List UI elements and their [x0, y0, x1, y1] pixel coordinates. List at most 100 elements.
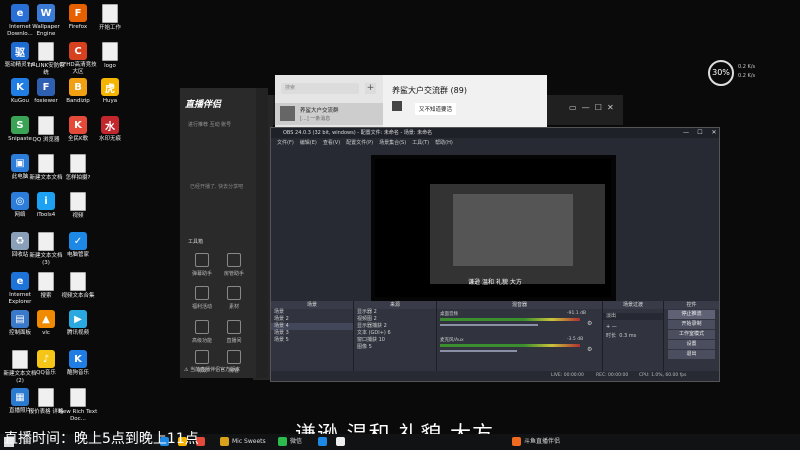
transitions-panel: 场景过渡 淡出 + — 时长 0.3 ms: [603, 301, 664, 371]
duration-label: 时长: [606, 333, 617, 339]
new-text-3-icon: [38, 232, 54, 251]
source-item[interactable]: 显示器 2: [354, 309, 436, 316]
qiyu-icon: K: [69, 116, 87, 134]
live-companion-window: 直播伴侣 进行推荐 互动 账号 已经开播了, 快去分享吧 工具箱 弹幕助手 房管助…: [180, 88, 268, 378]
desktop-icon-video[interactable]: 视频: [58, 192, 98, 220]
scene-item[interactable]: 场景 5: [271, 337, 353, 344]
mixer-volume-meter: [440, 344, 580, 347]
duration-input[interactable]: 0.3 ms: [619, 333, 636, 339]
tool-label: 直播间: [226, 338, 242, 344]
mixer-volume-slider[interactable]: [440, 350, 517, 352]
tplink-icon: [38, 42, 54, 61]
video-collection-icon: [70, 272, 86, 291]
menu-item[interactable]: 帮助(H): [435, 140, 453, 146]
taskbar-app[interactable]: 微信: [278, 436, 302, 448]
shuiwu-icon: 水: [101, 116, 119, 134]
minimize-button[interactable]: —: [679, 128, 693, 138]
control-button[interactable]: 开始录制: [668, 320, 715, 329]
desktop-icon-how-to-shoot[interactable]: 怎样拍摄?: [58, 154, 98, 182]
gear-icon[interactable]: ⚙: [587, 346, 592, 353]
toolbox-item[interactable]: 福利活动: [184, 286, 220, 310]
desktop-icon-start-work[interactable]: 开始工作: [90, 4, 130, 32]
live-app-sidebar: [256, 88, 268, 378]
tool-icon: [195, 350, 209, 364]
source-item[interactable]: 图像 5: [354, 344, 436, 351]
vlc-icon: ▲: [37, 310, 55, 328]
source-item[interactable]: 显示器捕获 2: [354, 323, 436, 330]
menu-item[interactable]: 查看(V): [323, 140, 340, 146]
toolbox-item[interactable]: 弹幕助手: [184, 253, 220, 277]
huya-icon: 虎: [101, 78, 119, 96]
app-icon: [512, 437, 521, 446]
firefox-icon: F: [69, 4, 87, 22]
mixer-volume-slider[interactable]: [440, 324, 538, 326]
how-to-shoot-icon: [70, 154, 86, 173]
add-chat-button[interactable]: +: [365, 83, 376, 94]
taskbar-app[interactable]: Mic Sweets: [220, 436, 266, 448]
toolbox-item[interactable]: 高级功能: [184, 320, 220, 344]
control-button[interactable]: 停止推流: [668, 310, 715, 319]
scenes-panel: 场景 场景 场景 2 场景 4 场景 3 场景 5: [271, 301, 354, 371]
live-app-tabs[interactable]: 进行推荐 互动 账号: [188, 121, 231, 128]
scene-item[interactable]: 场景: [271, 309, 353, 316]
menu-item[interactable]: 场景集合(S): [379, 140, 406, 146]
desktop-icon-label: 怎样拍摄?: [65, 175, 91, 181]
menu-item[interactable]: 文件(F): [277, 140, 294, 146]
source-item[interactable]: 视频图 2: [354, 316, 436, 323]
desktop-icon-logo[interactable]: logo: [90, 42, 130, 70]
toolbox-item[interactable]: 房管助手: [216, 253, 252, 277]
obs-preview[interactable]: 谦逊 温和 礼貌 大方: [371, 155, 616, 303]
tool-label: 素材: [228, 304, 239, 310]
scene-item[interactable]: 场景 4: [271, 323, 353, 330]
qq-browser-icon: [38, 116, 54, 135]
mixer-track-db: -91.1 dB: [567, 311, 587, 316]
maximize-button[interactable]: ☐: [693, 128, 707, 138]
control-button[interactable]: 工作室模式: [668, 330, 715, 339]
desktop-icon-video-collection[interactable]: 视频文本合集: [58, 272, 98, 300]
desktop-icon-pc-manager[interactable]: ✓ 电脑管家: [58, 232, 98, 259]
scene-item[interactable]: 场景 3: [271, 330, 353, 337]
mixer-track-label: 麦克风/Aux: [440, 338, 464, 343]
tool-label: 弹幕助手: [191, 271, 212, 277]
desktop-icon-kugou-music[interactable]: K 酷狗音乐: [58, 350, 98, 377]
chat-list-item[interactable]: 养鲨大户交流群 [...] 一条消息: [275, 103, 383, 125]
scene-item[interactable]: 场景 2: [271, 316, 353, 323]
source-item[interactable]: 文本 (GDI+) 6: [354, 330, 436, 337]
mixer-header: 混音器: [437, 301, 602, 309]
transition-select[interactable]: 淡出: [603, 313, 663, 320]
toolbox-item[interactable]: 直播间: [216, 320, 252, 344]
source-item[interactable]: 窗口捕获 10: [354, 337, 436, 344]
desktop-icon-label: 腾讯视频: [66, 330, 89, 336]
taskbar-app[interactable]: 斗鱼直播伴侣: [512, 436, 560, 448]
close-button[interactable]: ✕: [707, 128, 721, 138]
chat-search-input[interactable]: 搜索: [281, 83, 359, 94]
preview-caption: 谦逊 温和 礼貌 大方: [468, 279, 522, 286]
toolbox-item[interactable]: 素材: [216, 286, 252, 310]
menu-item[interactable]: 工具(T): [412, 140, 429, 146]
desktop-icon-tencent-video[interactable]: ▶ 腾讯视频: [58, 310, 98, 337]
desktop-icon-huya[interactable]: 虎 Huya: [90, 78, 130, 105]
taskbar-app[interactable]: [336, 436, 348, 448]
qq-music-icon: ♪: [37, 350, 55, 368]
menu-item[interactable]: 配置文件(P): [346, 140, 373, 146]
upload-speed: 0.2 K/s: [738, 64, 756, 70]
tool-label: 房管助手: [223, 271, 244, 277]
new-rich-text-icon: [70, 388, 86, 407]
transition-add-remove[interactable]: + —: [603, 324, 663, 331]
app-icon: [318, 437, 327, 446]
bandizip-icon: B: [69, 78, 87, 96]
control-buttons: 停止推流 开始录制 工作室模式 设置 退出: [664, 310, 719, 359]
network-speed-widget[interactable]: 30% 0.2 K/s 0.2 K/s: [708, 60, 756, 88]
controls-header: 控件: [664, 301, 719, 309]
control-button[interactable]: 退出: [668, 350, 715, 359]
mixer-track-label: 桌面音频: [440, 312, 458, 317]
taskbar-app[interactable]: [318, 436, 330, 448]
desktop-icon-new-rich-text[interactable]: New Rich Text Doc...: [58, 388, 98, 422]
cpu-badge: 30%: [708, 60, 734, 86]
player-window-controls[interactable]: ▭ — ☐ ✕: [569, 103, 614, 112]
control-button[interactable]: 设置: [668, 340, 715, 349]
gear-icon[interactable]: ⚙: [587, 320, 592, 327]
menu-item[interactable]: 编辑(E): [300, 140, 317, 146]
mixer-track-db: -3.5 dB: [567, 337, 584, 342]
desktop-icon-shuiwu[interactable]: 水水印无痕: [90, 116, 130, 143]
